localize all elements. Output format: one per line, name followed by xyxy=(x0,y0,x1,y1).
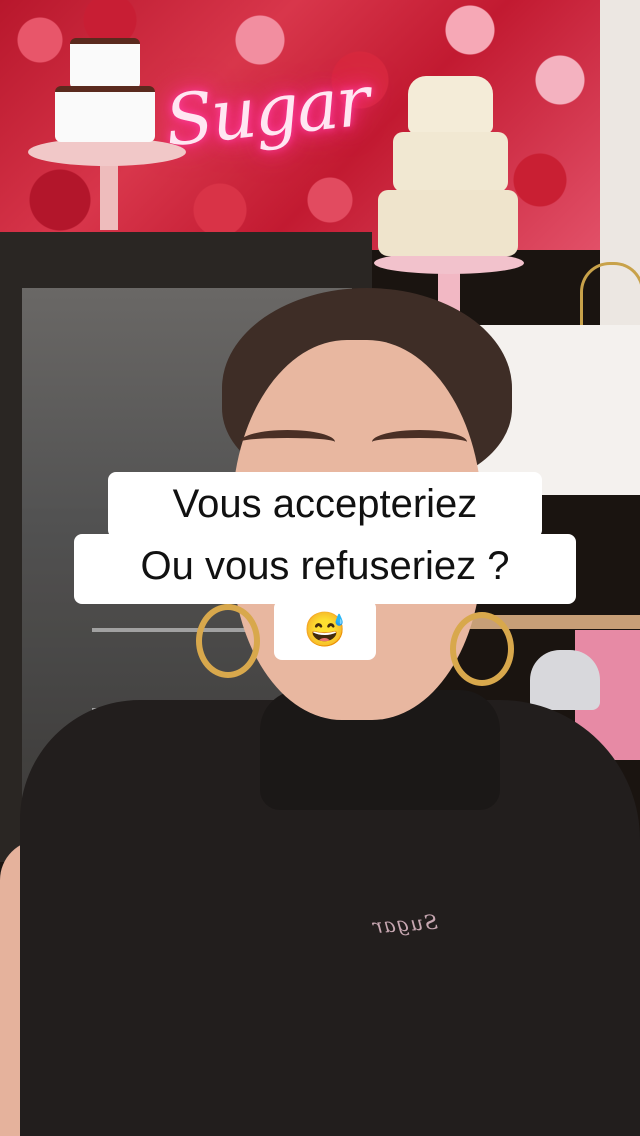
caption-line-1: Vous accepteriez xyxy=(108,472,542,538)
cake-stand-leg-left xyxy=(100,160,118,230)
video-frame[interactable]: Sugar Sugar Vous accepteriez Ou vous ref… xyxy=(0,0,640,1136)
cake-stand-left xyxy=(28,138,186,166)
wedding-cake xyxy=(378,76,518,256)
gold-cake-stand xyxy=(580,262,640,329)
hoop-earring-right xyxy=(450,612,514,686)
hoop-earring-left xyxy=(196,604,260,678)
sweat-smile-emoji-icon: 😅 xyxy=(274,600,376,660)
jacket-embroidery: Sugar xyxy=(371,909,439,939)
eyebrow-left xyxy=(240,430,335,454)
eyebrow-right xyxy=(372,430,467,454)
stand-mixer xyxy=(530,650,600,710)
caption-line-2: Ou vous refuseriez ? xyxy=(74,534,576,604)
drip-cake xyxy=(55,38,155,142)
